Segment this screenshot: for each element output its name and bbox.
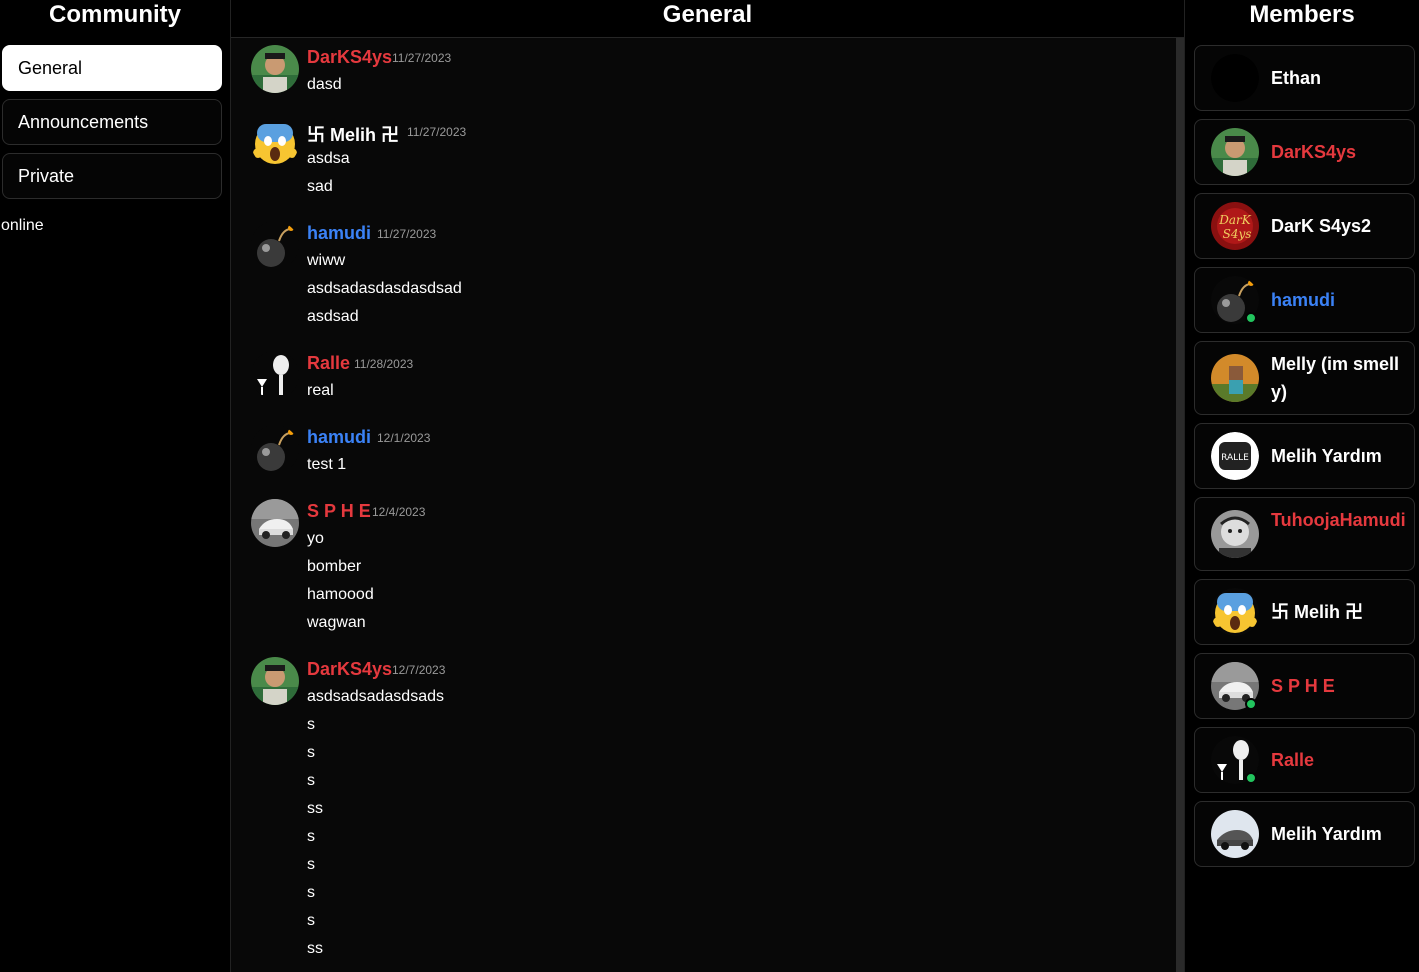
- message-text: s: [307, 828, 315, 845]
- channel-announcements[interactable]: Announcements: [2, 99, 222, 145]
- message-text: s: [307, 744, 315, 761]
- bomb-avatar[interactable]: [251, 425, 299, 473]
- online-status: online: [1, 217, 44, 234]
- logo-avatar: DarK S4ys: [1211, 202, 1259, 250]
- member-name: DarK S4ys2: [1271, 216, 1372, 236]
- photo-man-avatar[interactable]: [251, 657, 299, 705]
- message-timestamp: 12/7/2023: [392, 663, 446, 677]
- member-name: TuhoojaHamudi: [1271, 510, 1406, 530]
- svg-text:S4ys: S4ys: [1223, 227, 1252, 241]
- member-card[interactable]: TuhoojaHamudi: [1194, 497, 1415, 571]
- message-username[interactable]: DarKS4ys: [307, 47, 392, 68]
- member-name: Melly (im smelly): [1271, 354, 1400, 402]
- online-dot-icon: [1245, 698, 1257, 710]
- message-username[interactable]: S P H E: [307, 501, 371, 522]
- members-title: Members: [1249, 1, 1355, 28]
- member-card[interactable]: Ethan: [1194, 45, 1415, 111]
- scream-emoji-avatar[interactable]: [251, 119, 299, 167]
- member-card[interactable]: RALLE Melih Yardım: [1194, 423, 1415, 489]
- message-text: asdsa: [307, 150, 350, 167]
- member-name: Ralle: [1271, 750, 1315, 770]
- message-timestamp: 11/28/2023: [354, 357, 414, 371]
- member-name: Ethan: [1271, 68, 1322, 88]
- chat-title: General: [231, 0, 1184, 38]
- member-card[interactable]: hamudi: [1194, 267, 1415, 333]
- message-text: ss: [307, 940, 323, 957]
- members-sidebar: Members Ethan DarKS4ys DarK S4ys DarK S4ys2 h…: [1184, 0, 1419, 972]
- member-name: DarKS4ys: [1271, 142, 1357, 162]
- member-card[interactable]: DarK S4ys DarK S4ys2: [1194, 193, 1415, 259]
- message-username[interactable]: hamudi: [307, 427, 371, 448]
- member-card[interactable]: Ralle: [1194, 727, 1415, 793]
- member-name: 卐 Melih 卍: [1271, 602, 1364, 622]
- svg-text:DarK: DarK: [1218, 213, 1252, 227]
- member-card[interactable]: Melih Yardım: [1194, 801, 1415, 867]
- meme-avatar[interactable]: [251, 351, 299, 399]
- message-timestamp: 12/4/2023: [372, 505, 426, 519]
- message-timestamp: 11/27/2023: [407, 125, 467, 139]
- member-card[interactable]: 卐 Melih 卍: [1194, 579, 1415, 645]
- black-avatar: [1211, 54, 1259, 102]
- photo-man-avatar: [1211, 128, 1259, 176]
- chat-panel: General DarKS4ys 11/27/2023 dasd 卐 Melih 卍1…: [231, 0, 1184, 972]
- member-name: S P H E: [1271, 676, 1335, 696]
- minecraft-avatar: [1211, 354, 1259, 402]
- car-avatar[interactable]: [251, 499, 299, 547]
- member-name: hamudi: [1271, 290, 1336, 310]
- message-text: wagwan: [307, 614, 366, 631]
- message-username[interactable]: hamudi: [307, 223, 371, 244]
- community-title: Community: [49, 1, 181, 28]
- member-card[interactable]: S P H E: [1194, 653, 1415, 719]
- channel-private[interactable]: Private: [2, 153, 222, 199]
- message-timestamp: 11/27/2023: [377, 227, 437, 241]
- badge-avatar: RALLE: [1211, 432, 1259, 480]
- message-username[interactable]: Ralle: [307, 353, 350, 374]
- message-timestamp: 11/27/2023: [392, 51, 452, 65]
- online-dot-icon: [1245, 772, 1257, 784]
- bomb-avatar[interactable]: [251, 221, 299, 269]
- online-dot-icon: [1245, 312, 1257, 324]
- member-card[interactable]: Melly (im smelly): [1194, 341, 1415, 415]
- channel-sidebar: Community General Announcements Private …: [0, 0, 231, 972]
- message-text: s: [307, 716, 315, 733]
- message-text: ss: [307, 800, 323, 817]
- channel-general[interactable]: General: [2, 45, 222, 91]
- sketch-avatar: [1211, 510, 1259, 558]
- message-text: asdsadsadasdsads: [307, 688, 444, 705]
- message-text: s: [307, 856, 315, 873]
- member-card[interactable]: DarKS4ys: [1194, 119, 1415, 185]
- car-white-avatar: [1211, 810, 1259, 858]
- svg-text:RALLE: RALLE: [1221, 453, 1249, 463]
- message-timestamp: 12/1/2023: [377, 431, 431, 445]
- message-username[interactable]: 卐 Melih 卍: [307, 121, 399, 147]
- scream-emoji-avatar: [1211, 588, 1259, 636]
- member-name: Melih Yardım: [1271, 824, 1382, 844]
- message-text: wiww: [307, 252, 346, 269]
- message-text: hamoood: [307, 586, 374, 603]
- message-username[interactable]: DarKS4ys: [307, 659, 392, 680]
- message-text: s: [307, 884, 315, 901]
- message-text: yo: [307, 530, 324, 547]
- member-name: Melih Yardım: [1271, 446, 1382, 466]
- message-text: bomber: [307, 558, 362, 575]
- message-text: dasd: [307, 76, 342, 93]
- message-text: asdsadasdasdasdsad: [307, 280, 462, 297]
- message-text: test 1: [307, 456, 347, 473]
- message-text: s: [307, 772, 315, 789]
- photo-man-avatar[interactable]: [251, 45, 299, 93]
- chat-scrollbar[interactable]: [1176, 38, 1184, 972]
- message-text: s: [307, 912, 315, 929]
- message-text: asdsad: [307, 308, 359, 325]
- message-text: sad: [307, 178, 333, 195]
- message-text: real: [307, 382, 334, 399]
